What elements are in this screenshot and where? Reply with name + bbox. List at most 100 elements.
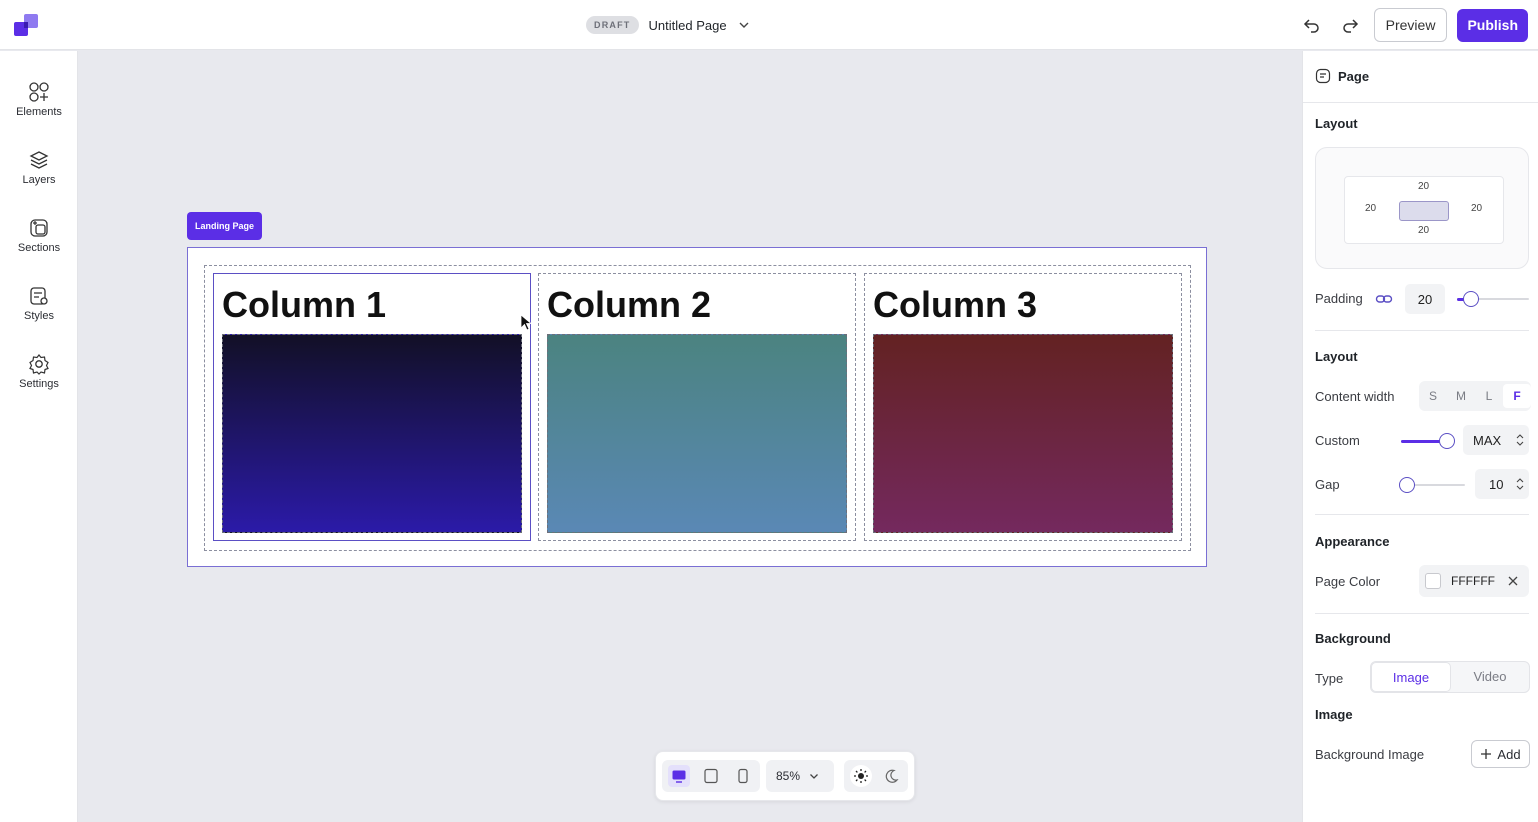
- divider: [1315, 613, 1529, 614]
- desktop-icon: [672, 770, 686, 783]
- section-title-background: Background: [1315, 631, 1391, 646]
- padding-right-value[interactable]: 20: [1471, 203, 1482, 214]
- editor-canvas[interactable]: Landing Page Column 1 Column 2 Column 3: [79, 51, 1301, 822]
- section-title-image: Image: [1315, 707, 1353, 722]
- landing-page-tag[interactable]: Landing Page: [187, 212, 263, 240]
- content-width-option-f[interactable]: F: [1503, 384, 1531, 408]
- padding-left-value[interactable]: 20: [1365, 203, 1376, 214]
- page-color-value[interactable]: FFFFFF: [1451, 574, 1495, 588]
- background-image-label: Background Image: [1315, 747, 1425, 762]
- column-image[interactable]: [222, 334, 522, 533]
- moon-icon: [885, 769, 899, 783]
- section-title-layout-2: Layout: [1315, 349, 1358, 364]
- columns-row[interactable]: Column 1 Column 2 Column 3: [204, 265, 1191, 551]
- padding-input[interactable]: 20: [1405, 284, 1445, 314]
- page-icon: [1315, 68, 1331, 84]
- custom-label: Custom: [1315, 433, 1360, 448]
- left-sidebar: Elements Layers Sections Styles Settings: [0, 51, 78, 822]
- content-width-selector: S M L F: [1419, 381, 1531, 411]
- column-image[interactable]: [547, 334, 847, 533]
- spacing-editor[interactable]: 20 20 20 20: [1315, 147, 1529, 269]
- column-block[interactable]: Column 1: [213, 273, 531, 541]
- panel-title: Page: [1338, 68, 1370, 84]
- redo-icon: [1342, 19, 1358, 33]
- content-width-label: Content width: [1315, 389, 1395, 404]
- background-type-toggle: Image Video: [1370, 661, 1530, 693]
- padding-label: Padding: [1315, 291, 1363, 306]
- close-icon[interactable]: [1507, 575, 1519, 587]
- color-swatch[interactable]: [1425, 573, 1441, 589]
- preview-button[interactable]: Preview: [1373, 8, 1448, 42]
- sidebar-item-elements[interactable]: Elements: [0, 81, 78, 137]
- column-image[interactable]: [873, 334, 1173, 533]
- theme-switcher: [844, 760, 908, 792]
- custom-slider-handle[interactable]: [1439, 433, 1455, 449]
- add-background-image-button[interactable]: Add: [1471, 740, 1530, 768]
- section-title-layout: Layout: [1315, 116, 1358, 131]
- page-frame[interactable]: Column 1 Column 2 Column 3: [187, 247, 1207, 567]
- gear-icon: [29, 354, 49, 375]
- content-width-option-m[interactable]: M: [1447, 384, 1475, 408]
- type-label: Type: [1315, 671, 1344, 686]
- column-heading[interactable]: Column 2: [547, 284, 711, 326]
- padding-bottom-value[interactable]: 20: [1418, 225, 1429, 236]
- redo-button[interactable]: [1336, 11, 1364, 39]
- stepper-arrows-icon[interactable]: [1516, 432, 1524, 448]
- column-block[interactable]: Column 3: [864, 273, 1182, 541]
- column-block[interactable]: Column 2: [538, 273, 856, 541]
- padding-slider-handle[interactable]: [1463, 291, 1479, 307]
- type-option-image[interactable]: Image: [1371, 662, 1451, 692]
- gap-slider-handle[interactable]: [1399, 477, 1415, 493]
- page-color-label: Page Color: [1315, 574, 1381, 589]
- undo-icon: [1303, 19, 1319, 33]
- type-option-video[interactable]: Video: [1451, 662, 1529, 692]
- stepper-arrows-icon[interactable]: [1516, 476, 1524, 492]
- tablet-view-button[interactable]: [700, 765, 722, 787]
- sidebar-item-label: Sections: [17, 242, 61, 254]
- mobile-icon: [738, 768, 748, 784]
- plus-icon: [1481, 749, 1492, 759]
- add-label: Add: [1497, 746, 1521, 762]
- sidebar-item-styles[interactable]: Styles: [0, 285, 78, 341]
- zoom-select[interactable]: 85%: [766, 760, 834, 792]
- light-theme-button[interactable]: [850, 765, 872, 787]
- app-logo[interactable]: [14, 14, 38, 36]
- link-icon[interactable]: [1375, 291, 1393, 307]
- gap-value: 10: [1489, 476, 1504, 492]
- status-badge: DRAFT: [586, 16, 639, 34]
- content-width-option-s[interactable]: S: [1419, 384, 1447, 408]
- sidebar-item-settings[interactable]: Settings: [0, 353, 78, 409]
- divider: [1315, 330, 1529, 331]
- dark-theme-button[interactable]: [880, 765, 902, 787]
- undo-button[interactable]: [1298, 11, 1326, 39]
- panel-header: Page: [1315, 68, 1369, 84]
- page-title[interactable]: Untitled Page: [649, 18, 727, 33]
- bottom-toolbar: 85%: [655, 751, 915, 801]
- mouse-cursor-icon: [520, 314, 532, 331]
- sidebar-item-label: Layers: [22, 174, 56, 186]
- chevron-down-icon: [810, 774, 818, 779]
- chevron-down-icon[interactable]: [737, 18, 751, 32]
- styles-icon: [30, 287, 48, 305]
- column-heading[interactable]: Column 1: [222, 284, 386, 326]
- page-title-group[interactable]: DRAFT Untitled Page: [586, 14, 751, 36]
- elements-icon: [29, 82, 49, 102]
- publish-button[interactable]: Publish: [1457, 8, 1528, 42]
- page-color-field[interactable]: FFFFFF: [1419, 565, 1529, 597]
- mobile-view-button[interactable]: [732, 765, 754, 787]
- layers-icon: [29, 151, 49, 169]
- sidebar-item-layers[interactable]: Layers: [0, 149, 78, 205]
- content-width-option-l[interactable]: L: [1475, 384, 1503, 408]
- top-bar: DRAFT Untitled Page Preview Publish: [0, 0, 1538, 50]
- custom-width-value: MAX: [1473, 432, 1502, 448]
- divider: [1303, 102, 1538, 103]
- column-heading[interactable]: Column 3: [873, 284, 1037, 326]
- device-switcher: [662, 760, 760, 792]
- padding-top-value[interactable]: 20: [1418, 181, 1429, 192]
- zoom-value: 85%: [776, 769, 801, 783]
- tablet-icon: [704, 768, 718, 784]
- sidebar-item-sections[interactable]: Sections: [0, 217, 78, 273]
- desktop-view-button[interactable]: [668, 765, 690, 787]
- spacing-content-box: [1399, 201, 1449, 221]
- properties-panel: Page Layout 20 20 20 20 Padding 20 Layou…: [1302, 51, 1538, 822]
